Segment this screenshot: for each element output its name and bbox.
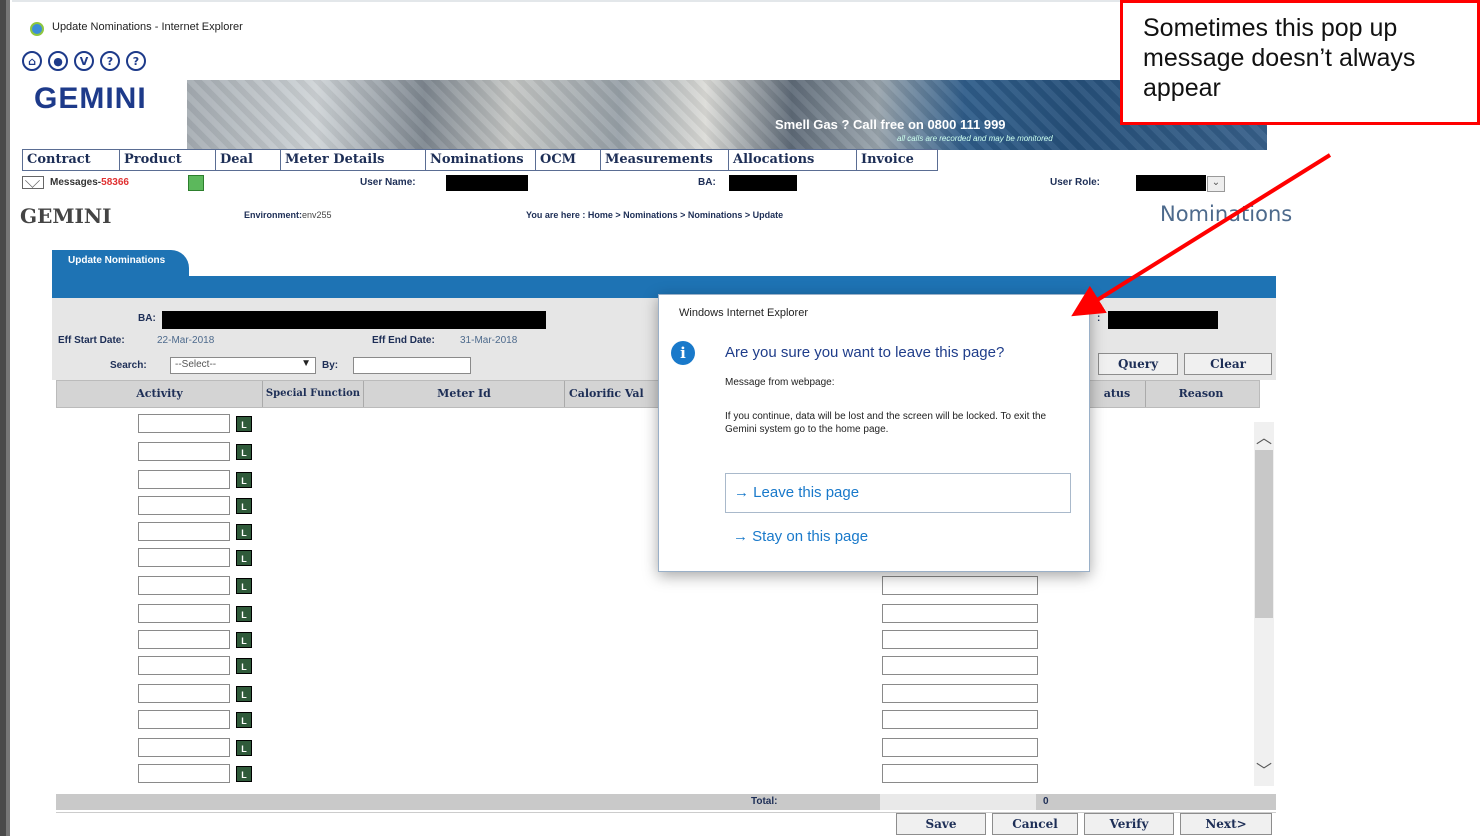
smell-gas-notice: Smell Gas ? Call free on 0800 111 999 — [775, 117, 1006, 132]
smell-gas-phone: 0800 111 999 — [927, 117, 1006, 132]
calls-recorded-note: all calls are recorded and may be monito… — [897, 134, 1053, 143]
smell-gas-text: Smell Gas ? Call free on — [775, 117, 924, 132]
annotation-arrow — [1071, 153, 1332, 317]
